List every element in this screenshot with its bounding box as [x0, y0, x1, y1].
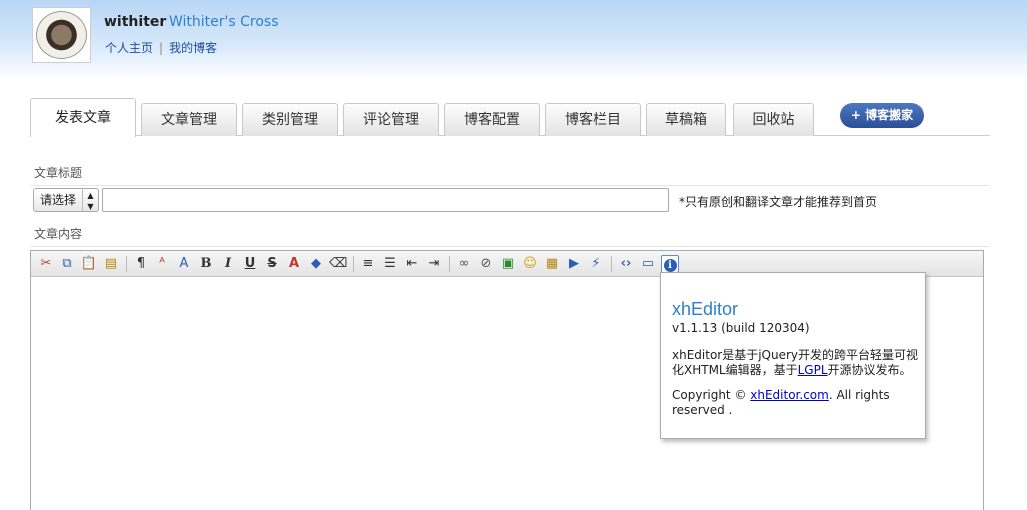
- home-link[interactable]: 个人主页: [105, 41, 153, 55]
- emoticon-icon[interactable]: ☺: [521, 255, 539, 273]
- outdent-icon[interactable]: ⇤: [403, 255, 421, 273]
- underline-icon[interactable]: U: [241, 255, 259, 273]
- image-icon[interactable]: ▣: [499, 255, 517, 273]
- tab-drafts[interactable]: 草稿箱: [646, 103, 726, 136]
- copyright-text: Copyright ©: [672, 388, 751, 402]
- bold-icon[interactable]: B: [197, 255, 215, 273]
- recommend-note: *只有原创和翻译文章才能推荐到首页: [679, 195, 878, 209]
- about-icon[interactable]: i: [661, 255, 679, 273]
- article-type-select[interactable]: 请选择 ▲ ▼: [33, 188, 99, 212]
- toolbar-separator: [353, 256, 354, 272]
- font-size-icon[interactable]: A: [175, 255, 193, 273]
- tab-comment-manage[interactable]: 评论管理: [343, 103, 439, 136]
- user-links: 个人主页 | 我的博客: [105, 39, 217, 56]
- tab-blog-column[interactable]: 博客栏目: [545, 103, 641, 136]
- copy-icon[interactable]: ⧉: [58, 255, 76, 273]
- source-icon[interactable]: ‹›: [617, 255, 635, 273]
- list-icon[interactable]: ☰: [381, 255, 399, 273]
- unlink-icon[interactable]: ⊘: [477, 255, 495, 273]
- username: withiter: [104, 14, 167, 30]
- strikethrough-icon[interactable]: S: [263, 255, 281, 273]
- my-blog-link[interactable]: 我的博客: [169, 41, 217, 55]
- article-type-selected: 请选择: [40, 193, 77, 207]
- info-icon: i: [663, 259, 677, 272]
- popup-copyright: Copyright © xhEditor.com. All rights res…: [672, 388, 922, 418]
- avatar-image: [36, 11, 87, 59]
- font-color-icon[interactable]: A: [285, 255, 303, 273]
- table-icon[interactable]: ▦: [543, 255, 561, 273]
- preview-icon[interactable]: ▭: [639, 255, 657, 273]
- article-title-input[interactable]: [102, 188, 669, 212]
- toolbar-separator: [126, 256, 127, 272]
- tab-article-manage[interactable]: 文章管理: [141, 103, 237, 136]
- paste-text-icon[interactable]: ▤: [102, 255, 120, 273]
- media-icon[interactable]: ▶: [565, 255, 583, 273]
- link-icon[interactable]: ∞: [455, 255, 473, 273]
- avatar[interactable]: [32, 7, 91, 63]
- background-color-icon[interactable]: ◆: [307, 255, 325, 273]
- tab-category-manage[interactable]: 类别管理: [242, 103, 338, 136]
- paste-icon[interactable]: 📋: [80, 255, 98, 273]
- article-content-label: 文章内容: [30, 225, 990, 247]
- popup-title: xhEditor: [672, 299, 739, 319]
- popup-description: xhEditor是基于jQuery开发的跨平台轻量可视化XHTML编辑器，基于L…: [672, 348, 922, 378]
- blog-title[interactable]: Withiter's Cross: [169, 14, 279, 30]
- font-family-icon[interactable]: ᴬ: [153, 255, 171, 273]
- tab-post-article[interactable]: 发表文章: [30, 98, 136, 137]
- toolbar-separator: [449, 256, 450, 272]
- popup-desc-end: 开源协议发布。: [827, 363, 912, 377]
- select-arrows-icon: ▲ ▼: [82, 189, 98, 211]
- cut-icon[interactable]: ✂: [37, 255, 55, 273]
- italic-icon[interactable]: I: [219, 255, 237, 273]
- link-separator: |: [159, 41, 164, 55]
- blog-move-button[interactable]: + 博客搬家: [840, 103, 924, 128]
- lgpl-link[interactable]: LGPL: [798, 363, 828, 377]
- toolbar-separator: [611, 256, 612, 272]
- popup-version: v1.1.13 (build 120304): [672, 321, 810, 335]
- block-format-icon[interactable]: ¶: [132, 255, 150, 273]
- flash-icon[interactable]: ⚡: [587, 255, 605, 273]
- article-title-label: 文章标题: [30, 164, 990, 186]
- align-icon[interactable]: ≡: [359, 255, 377, 273]
- tab-recycle-bin[interactable]: 回收站: [733, 103, 814, 136]
- indent-icon[interactable]: ⇥: [425, 255, 443, 273]
- xheditor-link[interactable]: xhEditor.com: [750, 388, 829, 402]
- about-popup: xhEditor v1.1.13 (build 120304) xhEditor…: [660, 272, 926, 439]
- remove-format-icon[interactable]: ⌫: [329, 255, 347, 273]
- tab-blog-config[interactable]: 博客配置: [444, 103, 540, 136]
